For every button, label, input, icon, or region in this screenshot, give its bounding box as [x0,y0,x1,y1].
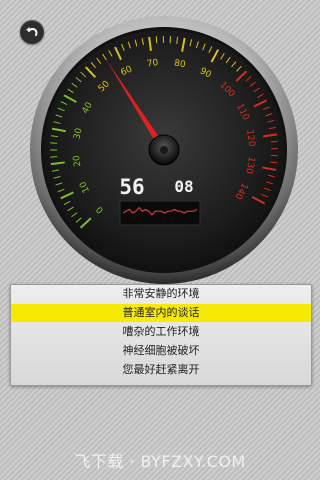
menu-item-noisy-workplace[interactable]: 嘈杂的工作环境 [11,323,311,341]
readout-secondary-value: 08 [174,177,193,196]
tick-label: 20 [72,154,83,167]
watermark: 飞下载 · BYFZXY.COM [74,452,246,471]
noise-level-menu: 非常安静的环境 普通室内的谈话 嘈杂的工作环境 神经细胞被破坏 您最好赶紧离开 [10,284,312,386]
menu-item-quiet[interactable]: 非常安静的环境 [11,285,311,303]
menu-item-leave-now[interactable]: 您最好赶紧离开 [11,361,311,379]
tick-label: 70 [146,58,159,69]
sound-level-gauge: 0 10 20 30 40 50 60 70 80 90 100 110 120 130 140 56 08 [28,14,300,286]
menu-item-nerve-damage[interactable]: 神经细胞被破坏 [11,342,311,360]
readout-current-value: 56 [119,175,144,199]
tick-label: 30 [73,127,85,140]
menu-item-indoor-conversation[interactable]: 普通室内的谈话 [11,304,311,322]
tick-label: 80 [173,58,186,70]
minor-tick [270,141,278,143]
selection-arrow-icon [18,307,24,315]
